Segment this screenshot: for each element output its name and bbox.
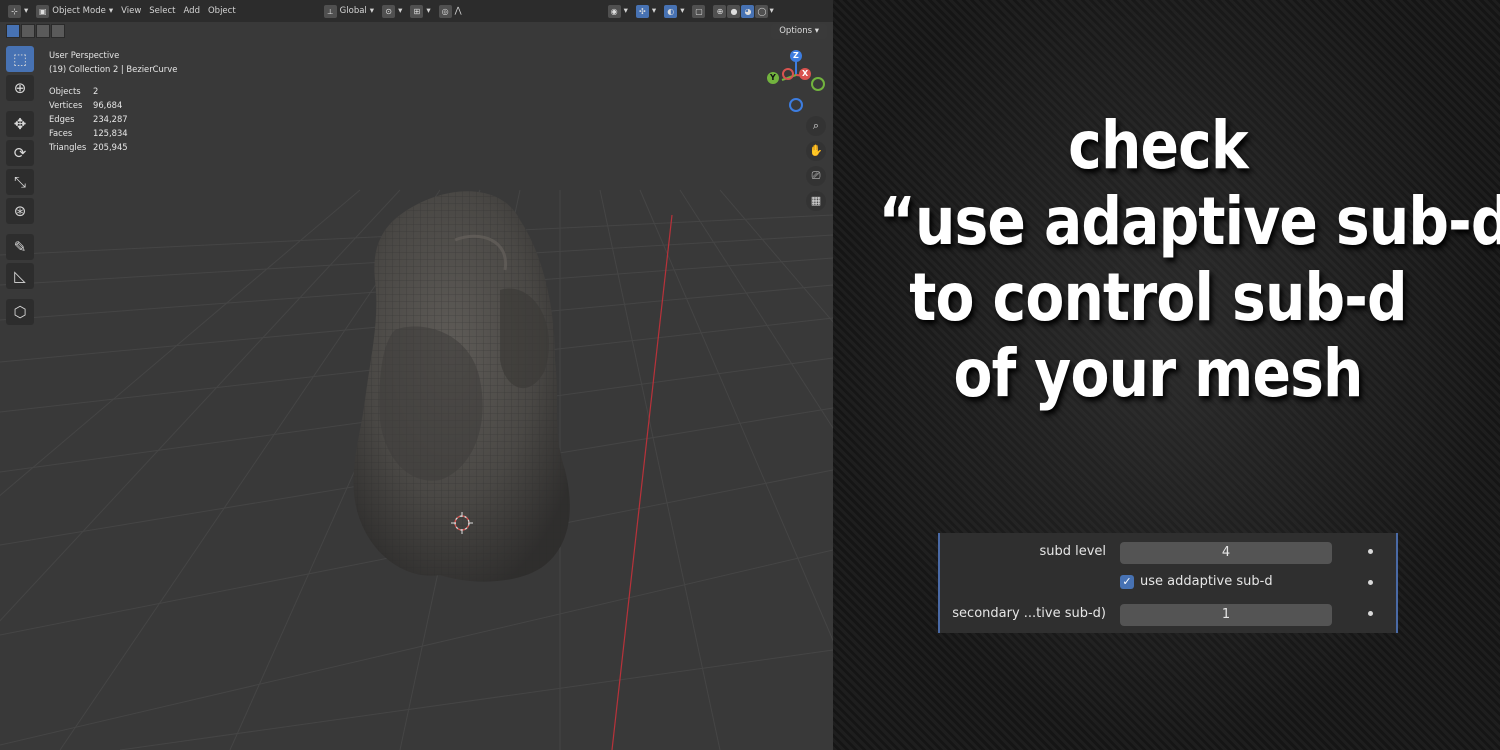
snap-toggle[interactable]: ⊞ ▾	[410, 4, 431, 18]
keyframe-dot-icon[interactable]	[1368, 549, 1373, 554]
3d-viewport[interactable]: Z Y X ⊹ ▾ ▣ Object Mode ▾ View Select Add …	[0, 0, 833, 750]
overlays-icon: ◐	[664, 4, 678, 18]
menu-add[interactable]: Add	[184, 6, 200, 16]
stat-row: Triangles 205,945	[49, 140, 177, 154]
menu-object[interactable]: Object	[208, 6, 236, 16]
stat-row: Faces 125,834	[49, 126, 177, 140]
adaptive-subd-row: ✓ use addaptive sub-d	[940, 571, 1396, 595]
subd-level-label: subd level	[1039, 544, 1106, 559]
view-name: User Perspective	[49, 50, 120, 60]
stat-value: 2	[93, 86, 99, 96]
overlays-toggle[interactable]: ◐ ▾	[664, 4, 684, 18]
annotate-icon[interactable]: ✎	[6, 234, 34, 260]
viewport-header: ⊹ ▾ ▣ Object Mode ▾ View Select Add Object…	[0, 0, 833, 22]
measure-icon[interactable]: ◺	[6, 263, 34, 289]
stat-row: Edges 234,287	[49, 112, 177, 126]
editor-type-button[interactable]: ⊹ ▾	[8, 4, 28, 18]
selection-modes	[6, 24, 65, 38]
stat-label: Vertices	[49, 100, 83, 110]
stat-label: Objects	[49, 86, 81, 96]
pivot-icon: ⊙	[382, 4, 396, 18]
gizmo-y-label: Y	[770, 73, 776, 82]
scale-icon[interactable]: ⤡	[6, 169, 34, 195]
rotate-icon[interactable]: ⟳	[6, 140, 34, 166]
visibility-dropdown[interactable]: ◉ ▾	[607, 4, 628, 18]
zoom-icon[interactable]: ⌕	[806, 116, 826, 136]
stat-value: 234,287	[93, 114, 128, 124]
editor-type-icon: ⊹	[8, 4, 21, 18]
move-icon[interactable]: ✥	[6, 111, 34, 137]
caption-line-4: of your mesh	[953, 335, 1363, 412]
wireframe-shading-icon[interactable]: ⊕	[713, 4, 727, 18]
adaptive-subd-checkbox[interactable]: ✓	[1120, 575, 1134, 589]
gizmo-x-label: X	[802, 69, 809, 78]
stat-label: Edges	[49, 114, 75, 124]
options-label: Options	[779, 26, 813, 36]
transform-icon[interactable]: ⊛	[6, 198, 34, 224]
orientation-label: Global	[339, 6, 367, 16]
stat-label: Triangles	[49, 142, 87, 152]
options-dropdown[interactable]: Options ▾	[771, 24, 827, 39]
mode-label: Object Mode	[52, 6, 106, 16]
stat-row: Objects 2	[49, 84, 177, 98]
navigation-tools: ⌕ ✋ ⎚ ▦	[806, 116, 826, 211]
caption-area: check “use adaptive sub-d” to control su…	[833, 0, 1500, 750]
instruction-caption: check “use adaptive sub-d” to control su…	[833, 107, 1500, 412]
object-mode-icon: ▣	[36, 4, 50, 18]
toolbar-divider	[6, 227, 36, 231]
visibility-icon: ◉	[607, 4, 621, 18]
camera-icon[interactable]: ⎚	[806, 166, 826, 186]
stat-value: 205,945	[93, 142, 128, 152]
keyframe-dot-icon[interactable]	[1368, 611, 1373, 616]
subd-level-field[interactable]: 4	[1120, 542, 1332, 564]
menu-select[interactable]: Select	[149, 6, 175, 16]
caption-line-2: “use adaptive sub-d”	[878, 183, 1500, 260]
snap-icon: ⊞	[410, 4, 424, 18]
secondary-subd-field[interactable]: 1	[1120, 604, 1332, 626]
tool-shelf: ⬚ ⊕ ✥ ⟳ ⤡ ⊛ ✎ ◺ ⬡	[6, 46, 36, 325]
secondary-subd-row: secondary ...tive sub-d) 1	[940, 602, 1396, 626]
secondary-subd-label: secondary ...tive sub-d)	[952, 606, 1106, 621]
add-cube-icon[interactable]: ⬡	[6, 299, 34, 325]
gizmo-z-label: Z	[793, 51, 799, 60]
proportional-edit-toggle[interactable]: ◎ ⋀	[438, 4, 462, 18]
menu-view[interactable]: View	[121, 6, 141, 16]
proportional-edit-icon: ◎	[438, 4, 452, 18]
stat-row: Vertices 96,684	[49, 98, 177, 112]
xray-toggle[interactable]: ▢	[692, 4, 706, 18]
viewport-stats: User Perspective (19) Collection 2 | Bez…	[49, 48, 177, 154]
solid-shading-icon[interactable]: ●	[727, 4, 741, 18]
stat-value: 125,834	[93, 128, 128, 138]
subdivision-panel: subd level 4 ✓ use addaptive sub-d secon…	[938, 533, 1398, 633]
toolbar-divider	[6, 104, 36, 108]
mode-dropdown[interactable]: ▣ Object Mode ▾	[36, 4, 113, 18]
gizmo-icon: ✣	[635, 4, 649, 18]
select-subtract-icon[interactable]	[36, 24, 50, 38]
pivot-dropdown[interactable]: ⊙ ▾	[382, 4, 402, 18]
gizmo-toggle[interactable]: ✣ ▾	[635, 4, 656, 18]
select-extend-icon[interactable]	[21, 24, 35, 38]
orientation-icon: ⟂	[323, 4, 337, 18]
perspective-grid-icon[interactable]: ▦	[806, 191, 826, 211]
stat-value: 96,684	[93, 100, 123, 110]
pan-hand-icon[interactable]: ✋	[806, 141, 826, 161]
shading-buttons: ⊕ ● ◕ ◯ ▾	[713, 4, 774, 18]
keyframe-dot-icon[interactable]	[1368, 580, 1373, 585]
collection-name: (19) Collection 2 | BezierCurve	[49, 64, 178, 74]
subd-level-row: subd level 4	[940, 540, 1396, 564]
caption-line-3: to control sub-d	[909, 259, 1407, 336]
caption-line-1: check	[1068, 107, 1249, 184]
orientation-dropdown[interactable]: ⟂ Global ▾	[323, 4, 374, 18]
select-intersect-icon[interactable]	[51, 24, 65, 38]
adaptive-subd-label: use addaptive sub-d	[1140, 574, 1273, 589]
xray-icon: ▢	[692, 4, 706, 18]
rendered-shading-icon[interactable]: ◯	[755, 4, 769, 18]
select-box-icon[interactable]: ⬚	[6, 46, 34, 72]
stat-label: Faces	[49, 128, 73, 138]
toolbar-divider	[6, 292, 36, 296]
mesh-object	[353, 191, 570, 582]
select-new-icon[interactable]	[6, 24, 20, 38]
cursor-icon[interactable]: ⊕	[6, 75, 34, 101]
material-shading-icon[interactable]: ◕	[741, 4, 755, 18]
